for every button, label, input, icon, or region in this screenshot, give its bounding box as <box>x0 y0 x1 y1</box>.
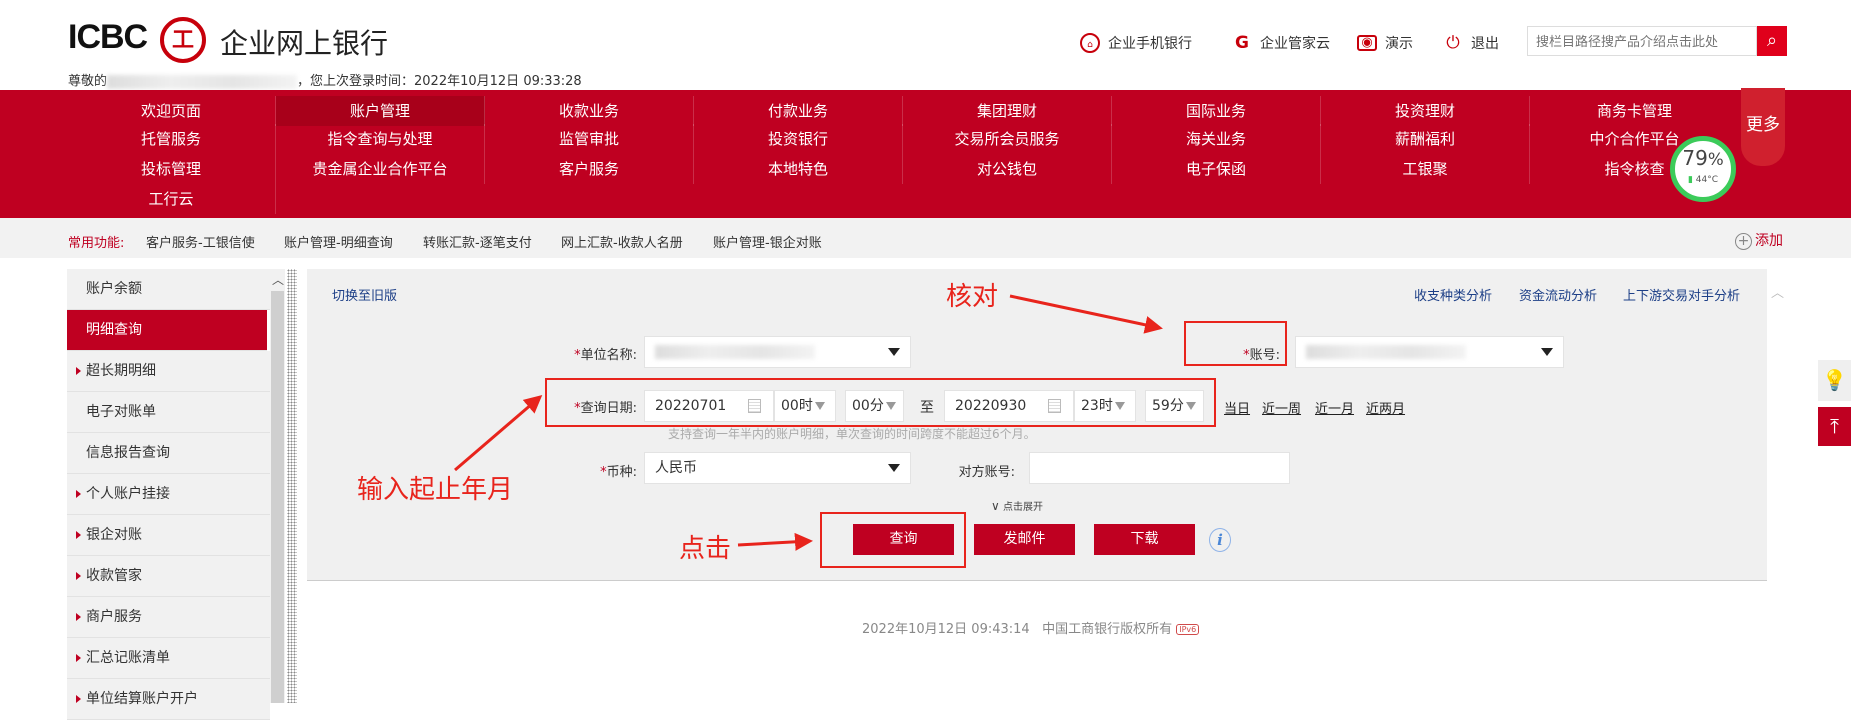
arrow-to-query <box>737 532 813 551</box>
arrow-to-date <box>454 395 543 472</box>
ipv6-badge: IPv6 <box>1176 624 1200 635</box>
lightbulb-icon[interactable]: 💡 <box>1818 360 1851 401</box>
annotation-arrows <box>454 294 1163 551</box>
arrow-to-account <box>1009 294 1163 334</box>
footer: 2022年10月12日 09:43:14 中国工商银行版权所有 IPv6 <box>862 618 1200 637</box>
arrow-up-icon: ⤒ <box>1830 414 1839 438</box>
back-to-top-button[interactable]: ⤒ <box>1818 407 1851 446</box>
